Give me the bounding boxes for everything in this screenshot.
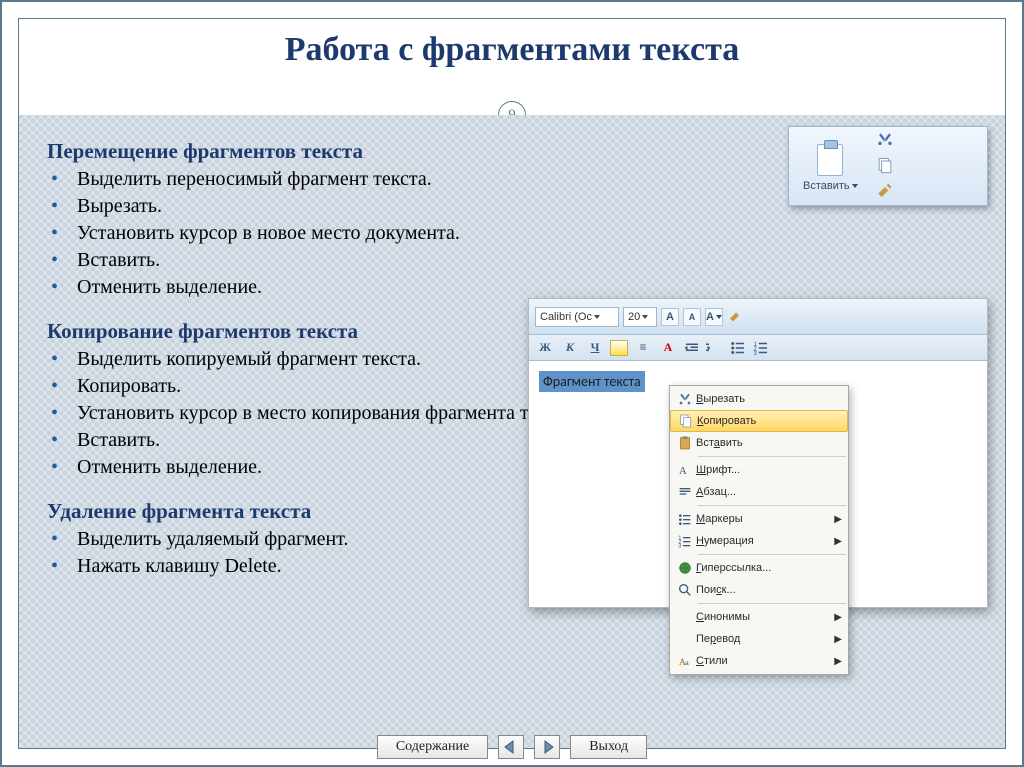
- format-painter-icon[interactable]: [727, 308, 745, 326]
- context-menu: ВырезатьКопироватьВставить AШрифт...Абзац…: [669, 385, 849, 675]
- svg-text:a: a: [685, 660, 689, 667]
- shrink-font-icon[interactable]: A: [683, 308, 701, 326]
- contents-button[interactable]: Содержание: [377, 735, 488, 759]
- font-name-box[interactable]: Calibri (Ос: [535, 307, 619, 327]
- decrease-indent-icon[interactable]: [683, 339, 701, 357]
- word-doc-screenshot: Calibri (Ос 20 A A A Ж К Ч ≡ A 123 Фрагм…: [528, 298, 988, 608]
- context-menu-item[interactable]: AaСтили▶: [670, 650, 848, 672]
- grow-font-icon[interactable]: A: [661, 308, 679, 326]
- font-size-box[interactable]: 20: [623, 307, 657, 327]
- change-case-icon[interactable]: A: [705, 308, 723, 326]
- next-slide-button[interactable]: [534, 735, 560, 759]
- cut-icon[interactable]: [874, 130, 896, 150]
- context-menu-item[interactable]: AШрифт...: [670, 459, 848, 481]
- prev-slide-button[interactable]: [498, 735, 524, 759]
- mini-toolbar-row1: Calibri (Ос 20 A A A: [529, 299, 987, 335]
- context-menu-item[interactable]: Перевод▶: [670, 628, 848, 650]
- context-menu-item[interactable]: Абзац...: [670, 481, 848, 503]
- format-painter-icon[interactable]: [874, 182, 896, 202]
- underline-button[interactable]: Ч: [585, 339, 605, 357]
- clipboard-panel: Вставить: [788, 126, 988, 206]
- list-item: •Вставить.: [51, 247, 977, 274]
- mini-toolbar-row2: Ж К Ч ≡ A 123: [529, 335, 987, 361]
- svg-text:A: A: [679, 466, 687, 477]
- page-title: Работа с фрагментами текста: [285, 31, 739, 69]
- list-item: •Отменить выделение.: [51, 274, 977, 301]
- increase-indent-icon[interactable]: [706, 339, 724, 357]
- bullets-icon[interactable]: [729, 339, 747, 357]
- paste-button[interactable]: Вставить: [795, 138, 866, 194]
- copy-icon[interactable]: [874, 156, 896, 176]
- list-item: •Установить курсор в новое место докумен…: [51, 220, 977, 247]
- svg-text:3: 3: [754, 350, 758, 356]
- highlight-icon[interactable]: [610, 340, 628, 356]
- exit-button[interactable]: Выход: [570, 735, 647, 759]
- svg-text:3: 3: [678, 544, 681, 549]
- context-menu-item[interactable]: Вставить: [670, 432, 848, 454]
- selected-text[interactable]: Фрагмент текста: [539, 371, 645, 392]
- italic-button[interactable]: К: [560, 339, 580, 357]
- numbering-icon[interactable]: 123: [752, 339, 770, 357]
- context-menu-item[interactable]: Гиперссылка...: [670, 557, 848, 579]
- context-menu-item[interactable]: Вырезать: [670, 388, 848, 410]
- context-menu-item[interactable]: Копировать: [670, 410, 848, 432]
- font-color-icon[interactable]: A: [658, 339, 678, 357]
- center-align-icon[interactable]: ≡: [633, 339, 653, 357]
- context-menu-item[interactable]: 123Нумерация▶: [670, 530, 848, 552]
- clipboard-icon: [811, 140, 849, 180]
- context-menu-item[interactable]: Синонимы▶: [670, 606, 848, 628]
- context-menu-item[interactable]: Маркеры▶: [670, 508, 848, 530]
- paste-label: Вставить: [803, 180, 850, 192]
- context-menu-item[interactable]: Поиск...: [670, 579, 848, 601]
- bold-button[interactable]: Ж: [535, 339, 555, 357]
